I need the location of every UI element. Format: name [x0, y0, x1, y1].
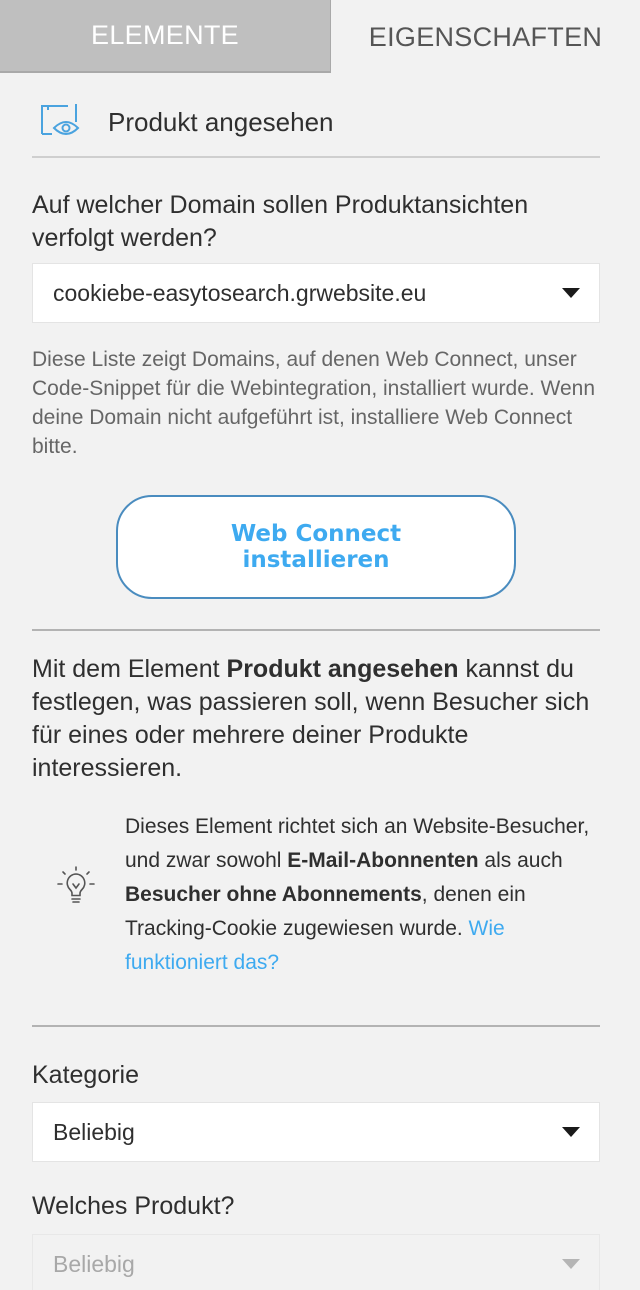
element-title: Produkt angesehen — [108, 106, 334, 137]
tip-bold: E-Mail-Abonnenten — [287, 849, 479, 872]
divider — [32, 156, 600, 158]
chevron-down-icon — [562, 1259, 580, 1269]
element-header: Produkt angesehen — [32, 98, 334, 146]
tip-text: Dieses Element richtet sich an Website-B… — [125, 810, 605, 980]
description-bold: Produkt angesehen — [226, 655, 459, 683]
tab-eigenschaften[interactable]: EIGENSCHAFTEN — [331, 0, 640, 74]
kategorie-select[interactable]: Beliebig — [32, 1102, 600, 1162]
chevron-down-icon — [562, 288, 580, 298]
tab-bar: ELEMENTE EIGENSCHAFTEN — [0, 0, 640, 74]
domain-select-value: cookiebe-easytosearch.grwebsite.eu — [53, 279, 427, 306]
tip-text-part: als auch — [478, 849, 563, 872]
domain-select[interactable]: cookiebe-easytosearch.grwebsite.eu — [32, 263, 600, 323]
kategorie-select-value: Beliebig — [53, 1118, 135, 1145]
tip-bold: Besucher ohne Abonnements — [125, 883, 422, 906]
element-description: Mit dem Element Produkt angesehen kannst… — [32, 653, 622, 785]
produkt-label: Welches Produkt? — [32, 1192, 235, 1220]
install-button-line-1: Web Connect — [230, 521, 402, 547]
tab-elemente[interactable]: ELEMENTE — [0, 0, 331, 73]
description-text: Mit dem Element — [32, 655, 227, 683]
produkt-select[interactable]: Beliebig — [32, 1234, 600, 1290]
divider — [32, 1025, 600, 1027]
product-viewed-icon — [41, 104, 80, 135]
lightbulb-icon — [57, 866, 95, 903]
produkt-select-value: Beliebig — [53, 1250, 135, 1277]
domain-help-text: Diese Liste zeigt Domains, auf denen Web… — [32, 348, 596, 458]
install-web-connect-button[interactable]: Web Connect installieren — [116, 495, 516, 599]
install-button-line-2: installieren — [242, 547, 390, 573]
domain-question: Auf welcher Domain sollen Produktansicht… — [32, 191, 529, 252]
chevron-down-icon — [562, 1127, 580, 1137]
kategorie-label: Kategorie — [32, 1061, 140, 1089]
divider — [32, 629, 600, 631]
